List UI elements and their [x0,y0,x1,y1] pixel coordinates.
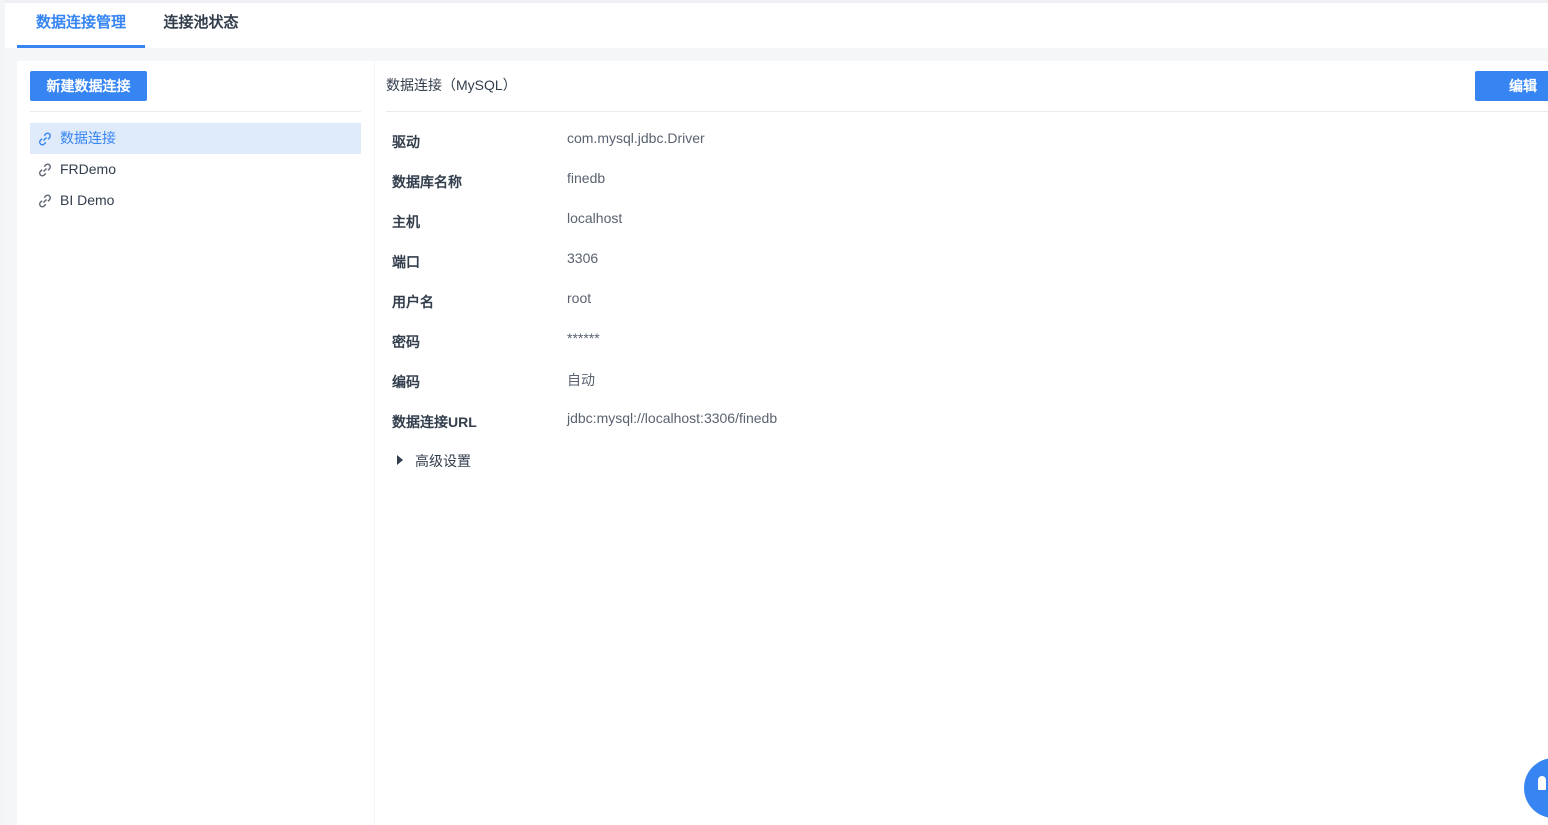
connection-detail-panel: 数据连接（MySQL） 编辑 驱动 com.mysql.jdbc.Driver … [375,61,1548,825]
link-icon [39,194,51,208]
field-value: 自动 [567,372,595,388]
connection-item-datasource[interactable]: 数据连接 [30,123,361,154]
connection-name: FRDemo [60,161,117,177]
field-value: localhost [567,210,623,226]
connection-name: BI Demo [60,192,115,208]
connection-item-bi-demo[interactable]: BI Demo [30,185,361,216]
field-label: 主机 [392,214,420,230]
connection-list-panel: 新建数据连接 数据连接 FRDemo BI Demo [17,61,374,825]
advanced-settings-label: 高级设置 [415,453,471,469]
field-label: 密码 [392,334,420,350]
detail-title: 数据连接（MySQL） [386,77,517,93]
field-label: 数据连接URL [392,414,477,430]
advanced-settings-toggle[interactable]: 高级设置 [397,451,471,471]
help-bubble-glyph [1538,776,1546,790]
field-label: 用户名 [392,294,434,310]
field-value: jdbc:mysql://localhost:3306/finedb [567,410,778,426]
field-value: com.mysql.jdbc.Driver [567,130,705,146]
field-label: 数据库名称 [392,174,462,190]
caret-right-icon [397,455,403,465]
divider [386,111,1548,112]
link-icon [39,132,51,146]
field-label: 编码 [392,374,420,390]
tab-bar: 数据连接管理 连接池状态 [5,0,1548,48]
field-value: root [567,290,592,306]
edit-button[interactable]: 编辑 [1475,71,1548,101]
connection-name: 数据连接 [60,130,116,146]
field-value: ****** [567,330,600,346]
field-value: 3306 [567,250,599,266]
connection-list: 数据连接 FRDemo BI Demo [30,123,361,216]
connection-item-frdemo[interactable]: FRDemo [30,154,361,185]
field-label: 端口 [392,254,420,270]
tab-connection-pool-status[interactable]: 连接池状态 [151,3,251,48]
divider [30,111,361,112]
new-connection-button[interactable]: 新建数据连接 [30,71,147,101]
tab-data-connection-management[interactable]: 数据连接管理 [17,3,145,48]
field-value: finedb [567,170,606,186]
field-label: 驱动 [392,134,420,150]
link-icon [39,163,51,177]
